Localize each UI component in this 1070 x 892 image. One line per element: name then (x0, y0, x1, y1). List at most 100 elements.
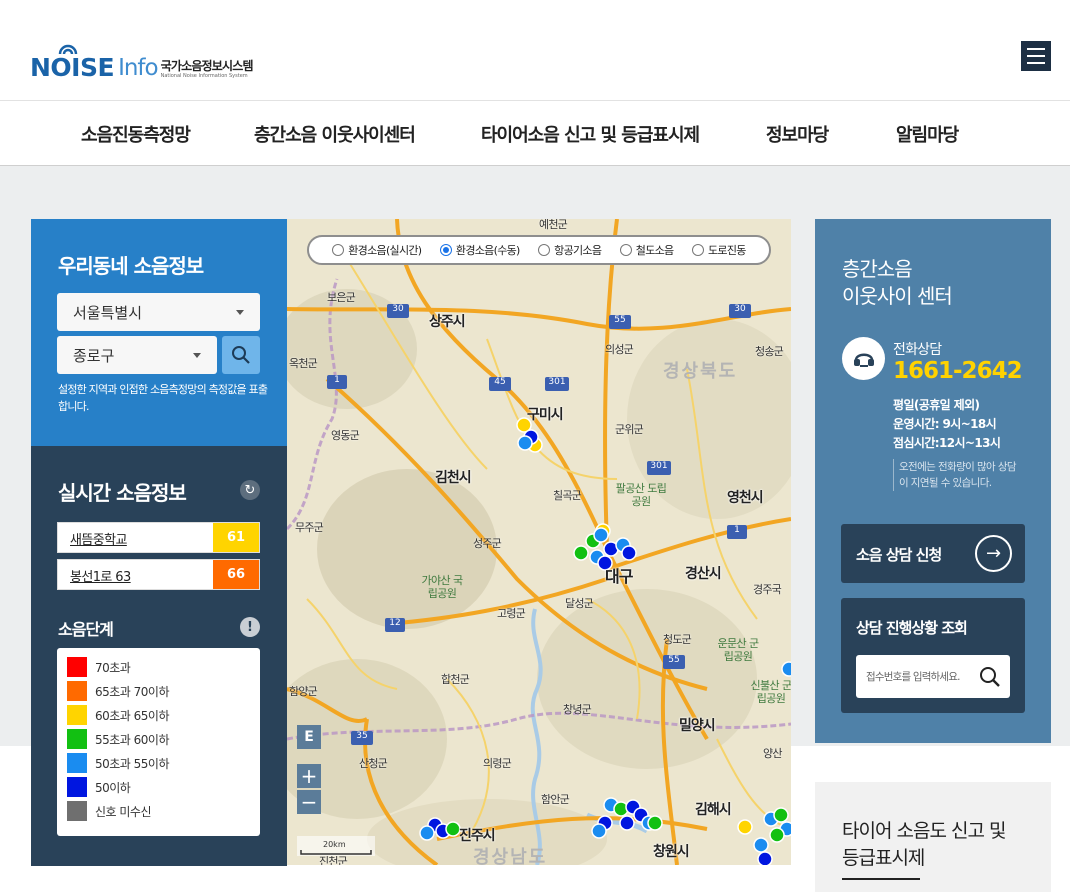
phone-consult-icon (842, 337, 885, 380)
search-button[interactable] (222, 336, 260, 374)
site-logo[interactable]: NOISE Info 국가소음정보시스템 National Noise Info… (30, 36, 254, 81)
realtime-title: 실시간 소음정보 (58, 481, 187, 505)
consult-apply-button[interactable]: 소음 상담 신청 → (841, 524, 1025, 583)
search-icon (232, 346, 250, 364)
nav-item-noise-network[interactable]: 소음진동측정망 (81, 121, 191, 147)
radio-env-manual[interactable]: 환경소음(수동) (439, 242, 520, 258)
legend-label: 신호 미수신 (95, 804, 152, 819)
logo-subtitle: 국가소음정보시스템 National Noise Information Sys… (160, 59, 254, 80)
town-label: 예천군 (539, 219, 568, 231)
radio-icon[interactable] (619, 244, 632, 256)
realtime-row-name[interactable]: 새뜸중학교 (70, 529, 127, 548)
search-icon[interactable] (979, 666, 1001, 688)
phone-consult-label: 전화상담 (893, 342, 942, 358)
road-shield: 1 (327, 375, 347, 389)
legend-item: 65초과 70이하 (67, 681, 170, 701)
town-label: 경주국 (753, 583, 782, 596)
town-label: 산청군 (359, 757, 388, 770)
park-label: 운문산 군립공원 (717, 637, 760, 663)
map-scale: 20km (297, 836, 375, 856)
radio-checked-icon[interactable] (439, 244, 452, 256)
radio-aircraft[interactable]: 항공기소음 (538, 242, 602, 258)
realtime-row-name[interactable]: 봉선1로 63 (70, 566, 131, 585)
chevron-down-icon (236, 310, 244, 315)
road-shield: 35 (351, 731, 373, 745)
road-shield: 55 (663, 655, 685, 669)
consult-apply-label: 소음 상담 신청 (856, 546, 942, 564)
town-label: 의령군 (483, 757, 512, 770)
road-shield: 1 (727, 525, 747, 539)
noise-level-title: 소음단계 (58, 620, 114, 639)
radio-icon[interactable] (538, 244, 551, 256)
city-label: 영천시 (727, 490, 764, 506)
radio-icon[interactable] (692, 244, 705, 256)
nav-item-tire-noise[interactable]: 타이어소음 신고 및 등급표시제 (481, 121, 700, 147)
local-noise-note: 설정한 지역과 인접한 소음측정망의 측정값을 표출합니다. (58, 383, 268, 413)
legend-swatch (67, 729, 87, 749)
legend-swatch (67, 801, 87, 821)
city-label: 김천시 (435, 470, 472, 486)
refresh-icon[interactable]: ↻ (240, 480, 260, 500)
region-label: 경상남도 (473, 847, 548, 865)
district-select[interactable]: 종로구 (57, 336, 217, 374)
scale-label: 20km (323, 840, 346, 849)
legend-item: 60초과 65이하 (67, 705, 170, 725)
radio-env-realtime[interactable]: 환경소음(실시간) (332, 242, 422, 258)
nav-item-info[interactable]: 정보마당 (766, 121, 829, 147)
town-label: 달성군 (565, 597, 594, 610)
town-label: 옥천군 (289, 357, 318, 370)
noise-map[interactable]: 30 55 30 1 45 301 301 1 12 55 35 경상북도 경상… (287, 219, 791, 865)
realtime-row[interactable]: 봉선1로 63 66 (57, 559, 260, 590)
road-shield: 301 (545, 377, 569, 391)
legend-swatch (67, 705, 87, 725)
town-label: 청송군 (755, 345, 784, 358)
road-shield: 30 (387, 304, 409, 318)
realtime-row-value: 66 (213, 560, 259, 589)
legend-swatch (67, 753, 87, 773)
legend-item: 50초과 55이하 (67, 753, 170, 773)
tire-title-underline (842, 878, 920, 880)
legend-swatch (67, 681, 87, 701)
park-label: 팔공산 도립공원 (615, 482, 667, 508)
consult-note: 오전에는 전화량이 많아 상담이 지연될 수 있습니다. (893, 459, 1023, 491)
legend-label: 50초과 55이하 (95, 756, 170, 771)
zoom-in-button[interactable]: + (297, 764, 321, 788)
info-icon[interactable]: ! (240, 617, 260, 637)
realtime-row[interactable]: 새뜸중학교 61 (57, 522, 260, 553)
logo-info-text: Info (118, 55, 159, 81)
city-label: 김해시 (695, 802, 732, 818)
noise-level-legend: 70초과 65초과 70이하 60초과 65이하 55초과 60이하 50초과 … (57, 648, 260, 836)
chevron-down-icon (193, 353, 201, 358)
neighbor-center-title: 층간소음 이웃사이 센터 (842, 257, 953, 308)
road-shield: 12 (385, 618, 405, 632)
city-select-value: 서울특별시 (73, 303, 143, 322)
radio-icon[interactable] (332, 244, 345, 256)
town-label: 고령군 (497, 607, 526, 620)
radio-road-vibration[interactable]: 도로진동 (692, 242, 746, 258)
nav-item-neighbor-center[interactable]: 층간소음 이웃사이센터 (254, 121, 416, 147)
map-e-button[interactable]: E (297, 725, 321, 749)
city-label: 밀양시 (679, 718, 716, 734)
town-label: 보은군 (327, 291, 356, 304)
district-select-value: 종로구 (73, 346, 115, 365)
radio-railway[interactable]: 철도소음 (619, 242, 674, 258)
receipt-number-placeholder: 접수번호를 입력하세요. (866, 671, 960, 683)
city-label: 경산시 (685, 566, 722, 582)
city-label: 구미시 (527, 407, 564, 423)
town-label: 의성군 (605, 343, 634, 356)
logo-english-title: National Noise Information System (160, 73, 248, 79)
region-label: 경상북도 (663, 361, 738, 382)
town-label: 양산 (763, 747, 782, 760)
zoom-out-button[interactable]: − (297, 790, 321, 814)
legend-swatch (67, 777, 87, 797)
receipt-number-input[interactable]: 접수번호를 입력하세요. (856, 655, 1010, 698)
town-label: 칠곡군 (553, 489, 582, 502)
logo-korean-title: 국가소음정보시스템 (160, 59, 254, 73)
town-label: 성주군 (473, 537, 502, 550)
nav-item-notice[interactable]: 알림마당 (896, 121, 959, 147)
tire-noise-title[interactable]: 타이어 소음도 신고 및 등급표시제 (842, 818, 1006, 872)
hamburger-menu-icon[interactable] (1021, 41, 1051, 71)
road-shield: 301 (647, 461, 671, 475)
city-select[interactable]: 서울특별시 (57, 293, 260, 331)
consult-status-box: 상담 진행상황 조회 접수번호를 입력하세요. (841, 598, 1025, 713)
